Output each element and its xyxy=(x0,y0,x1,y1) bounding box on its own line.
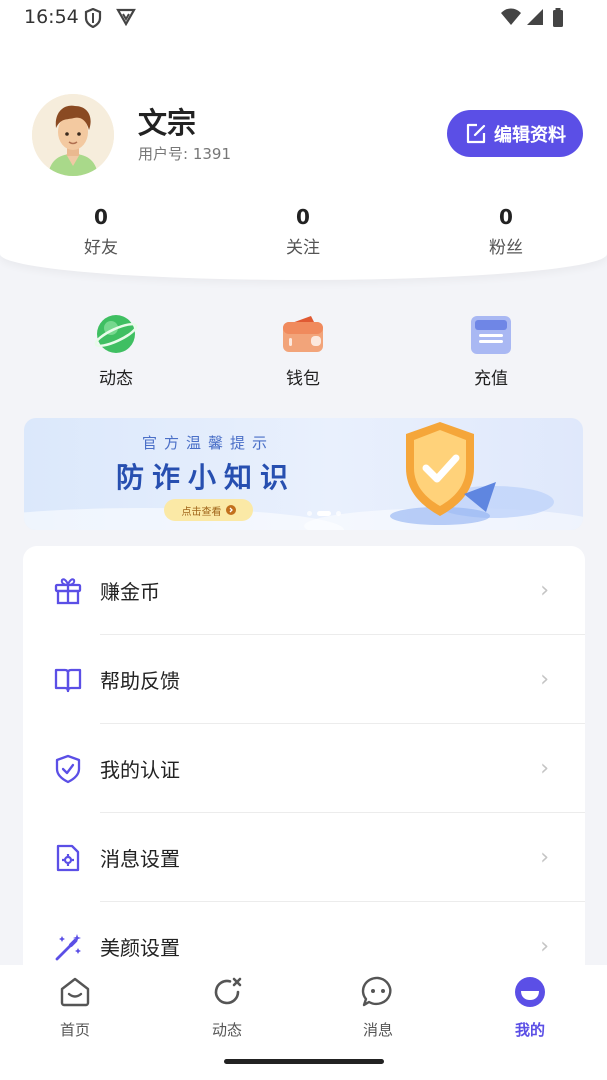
planet-icon xyxy=(94,312,138,356)
stat-friends-label: 好友 xyxy=(84,238,118,258)
magic-wand-icon xyxy=(55,934,81,961)
user-name: 文宗 xyxy=(138,106,197,140)
arrow-circle-icon xyxy=(225,505,236,515)
menu-item-help-feedback[interactable]: 帮助反馈 › xyxy=(23,635,585,724)
quick-moments[interactable]: 动态 xyxy=(66,312,166,389)
menu-item-earn-coins[interactable]: 赚金币 › xyxy=(23,546,585,635)
chevron-right-icon: › xyxy=(540,756,549,781)
chevron-right-icon: › xyxy=(540,578,549,603)
menu-item-help-feedback-label: 帮助反馈 xyxy=(100,669,180,693)
edit-profile-label: 编辑资料 xyxy=(494,124,566,146)
stat-friends-count: 0 xyxy=(94,205,108,229)
banner-button[interactable]: 点击查看 xyxy=(164,499,253,521)
user-id: 用户号: 1391 xyxy=(138,145,231,163)
avatar[interactable] xyxy=(32,94,114,176)
tab-messages-label: 消息 xyxy=(362,1021,393,1039)
signal-icon xyxy=(527,9,543,25)
stat-friends[interactable]: 0 好友 xyxy=(41,205,161,258)
quick-wallet[interactable]: 钱包 xyxy=(253,312,353,389)
chevron-right-icon: › xyxy=(540,845,549,870)
banner-pagination xyxy=(307,511,341,516)
banner-title: 防诈小知识 xyxy=(116,461,297,494)
tab-home[interactable]: 首页 xyxy=(35,975,115,1040)
refresh-icon xyxy=(214,977,242,1005)
edit-icon xyxy=(466,123,486,143)
chevron-right-icon: › xyxy=(540,667,549,692)
quick-recharge-label: 充值 xyxy=(474,369,508,389)
stat-fans-label: 粉丝 xyxy=(489,238,523,258)
stat-fans-count: 0 xyxy=(499,205,513,229)
quick-moments-label: 动态 xyxy=(99,369,133,389)
stat-following[interactable]: 0 关注 xyxy=(243,205,363,258)
battery-icon xyxy=(553,8,563,27)
status-bar: 16:54 xyxy=(0,0,607,36)
menu-item-message-settings[interactable]: 消息设置 › xyxy=(23,813,585,902)
tab-moments[interactable]: 动态 xyxy=(187,975,267,1040)
tab-profile[interactable]: 我的 xyxy=(490,975,570,1040)
chevron-right-icon: › xyxy=(540,934,549,959)
settings-doc-icon xyxy=(56,844,80,872)
fraud-tips-banner[interactable]: 官方温馨提示 防诈小知识 点击查看 xyxy=(24,418,583,530)
vpn-status-icon xyxy=(116,8,136,26)
settings-menu: 赚金币 › 帮助反馈 › 我的认证 › 消息设置 › 美颜设置 › xyxy=(23,546,585,986)
tab-messages[interactable]: 消息 xyxy=(338,975,418,1040)
menu-item-verification-label: 我的认证 xyxy=(100,758,180,782)
menu-item-verification[interactable]: 我的认证 › xyxy=(23,724,585,813)
chat-icon xyxy=(361,976,392,1007)
quick-wallet-label: 钱包 xyxy=(286,369,320,389)
menu-item-beauty-settings-label: 美颜设置 xyxy=(100,936,180,960)
home-indicator[interactable] xyxy=(224,1059,384,1064)
home-icon xyxy=(60,977,90,1007)
status-time: 16:54 xyxy=(24,6,79,28)
stat-fans[interactable]: 0 粉丝 xyxy=(446,205,566,258)
quick-recharge[interactable]: 充值 xyxy=(441,312,541,389)
menu-item-message-settings-label: 消息设置 xyxy=(100,847,180,871)
banner-subtitle: 官方温馨提示 xyxy=(142,434,275,452)
shield-check-illustration xyxy=(390,422,496,525)
menu-item-earn-coins-label: 赚金币 xyxy=(100,580,160,604)
banner-button-label: 点击查看 xyxy=(181,506,222,518)
stat-following-label: 关注 xyxy=(286,238,320,258)
tab-home-label: 首页 xyxy=(59,1021,90,1039)
shield-status-icon xyxy=(84,8,102,28)
wifi-icon xyxy=(501,8,521,25)
stat-following-count: 0 xyxy=(296,205,310,229)
gift-icon xyxy=(54,578,82,605)
card-icon xyxy=(469,312,513,356)
wallet-icon xyxy=(281,312,325,356)
profile-icon xyxy=(515,977,545,1007)
book-icon xyxy=(54,668,82,693)
shield-check-icon xyxy=(55,754,81,784)
edit-profile-button[interactable]: 编辑资料 xyxy=(447,110,583,157)
tab-moments-label: 动态 xyxy=(211,1021,242,1039)
tab-profile-label: 我的 xyxy=(514,1021,545,1039)
